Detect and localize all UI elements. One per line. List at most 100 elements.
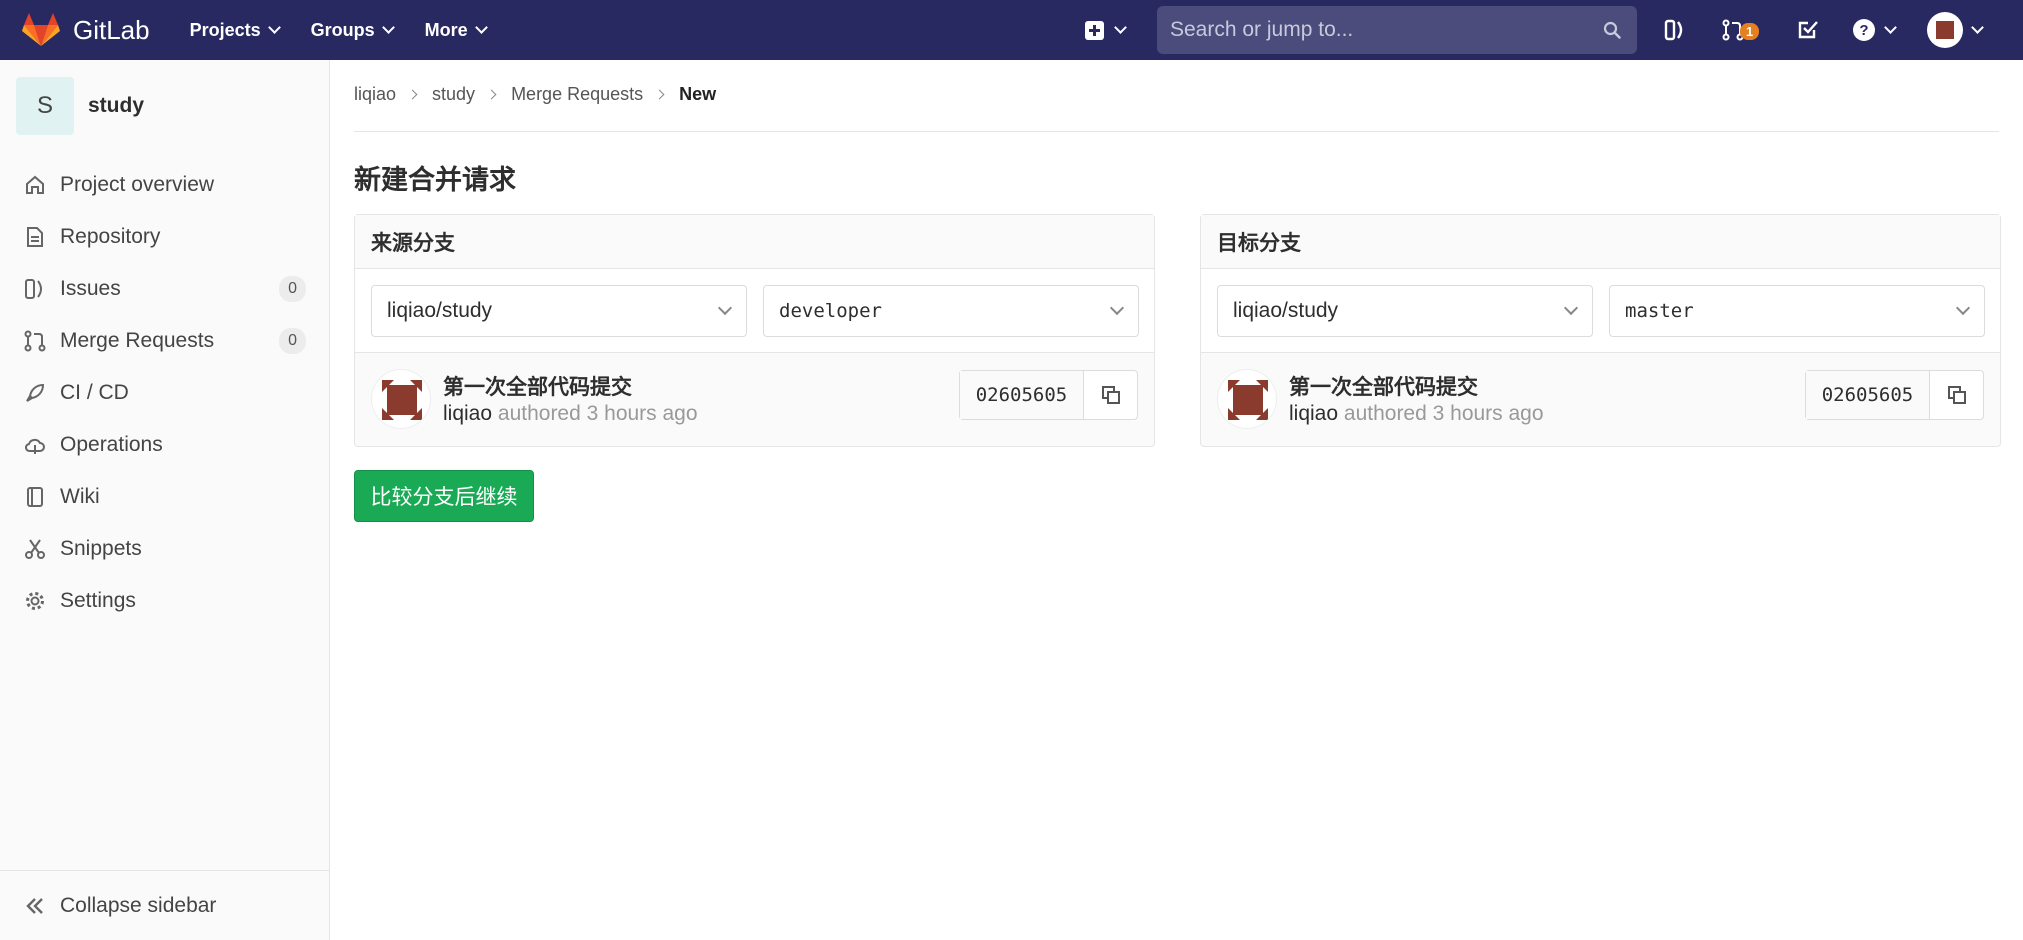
target-branch-dropdown[interactable]: master [1609, 285, 1985, 337]
target-branch-heading: 目标分支 [1201, 215, 2000, 269]
collapse-sidebar-label: Collapse sidebar [60, 893, 217, 917]
merge-requests-nav-button[interactable]: 1 [1722, 18, 1760, 42]
sidebar-item-merge-requests[interactable]: Merge Requests 0 [0, 316, 330, 366]
chevron-down-icon [1114, 21, 1127, 34]
chevron-down-icon [267, 21, 281, 34]
top-navbar: GitLab Projects Groups More Search or ju… [0, 0, 2023, 60]
sidebar-item-label: CI / CD [60, 381, 129, 404]
commit-time: authored 3 hours ago [497, 402, 698, 425]
breadcrumb-current[interactable]: New [679, 84, 716, 105]
source-branch-value: developer [779, 300, 882, 322]
search-box [1157, 6, 1637, 54]
new-item-dropdown[interactable] [1085, 18, 1127, 42]
source-branch-dropdown[interactable]: developer [763, 285, 1139, 337]
rocket-icon [24, 382, 46, 404]
issues-icon [1664, 19, 1683, 41]
search-input[interactable] [1170, 18, 1590, 42]
app-name: GitLab [73, 14, 150, 45]
collapse-sidebar-button[interactable]: Collapse sidebar [0, 870, 329, 940]
sidebar-item-issues[interactable]: Issues 0 [0, 264, 330, 314]
commit-meta: liqiao authored 3 hours ago [443, 402, 698, 426]
divider [354, 131, 1999, 132]
target-branch-value: master [1625, 300, 1694, 322]
author-avatar[interactable] [371, 369, 431, 429]
target-branch-panel: 目标分支 liqiao/study master 第一次全部代码提交 liqia… [1200, 214, 2001, 447]
commit-title[interactable]: 第一次全部代码提交 [443, 371, 632, 401]
sidebar-item-settings[interactable]: Settings [0, 576, 330, 626]
sidebar-item-label: Operations [60, 433, 163, 456]
project-header[interactable]: S study [0, 60, 329, 152]
chevron-down-icon [1563, 300, 1579, 316]
merge-request-badge: 1 [1740, 22, 1760, 40]
copy-icon [1101, 386, 1120, 404]
source-commit: 第一次全部代码提交 liqiao authored 3 hours ago 02… [355, 353, 1154, 446]
chevron-down-icon [381, 21, 395, 34]
commit-sha[interactable]: 02605605 [960, 371, 1084, 419]
source-branch-selectors: liqiao/study developer [355, 269, 1154, 353]
search-icon[interactable] [1603, 21, 1621, 39]
plus-square-icon [1085, 20, 1104, 40]
gitlab-fox-icon [22, 13, 60, 46]
sidebar-item-operations[interactable]: Operations [0, 420, 330, 470]
issues-icon [24, 278, 46, 300]
double-chevron-left-icon [24, 895, 46, 917]
svg-text:?: ? [1859, 22, 1868, 39]
commit-time: authored 3 hours ago [1343, 402, 1544, 425]
projects-menu[interactable]: Projects [189, 19, 281, 41]
book-icon [24, 486, 46, 508]
gear-icon [24, 590, 46, 612]
commit-meta: liqiao authored 3 hours ago [1289, 402, 1544, 426]
sidebar-item-label: Settings [60, 589, 136, 612]
project-name: study [88, 94, 145, 117]
cloud-icon [24, 434, 46, 456]
compare-branches-button[interactable]: 比较分支后继续 [354, 470, 534, 522]
target-project-value: liqiao/study [1233, 299, 1339, 322]
commit-author[interactable]: liqiao [1289, 402, 1338, 425]
source-project-dropdown[interactable]: liqiao/study [371, 285, 747, 337]
sidebar-item-label: Wiki [60, 485, 100, 508]
scissors-icon [24, 538, 46, 560]
issues-count-badge: 0 [279, 276, 306, 302]
groups-menu-label: Groups [310, 19, 375, 40]
target-branch-selectors: liqiao/study master [1201, 269, 2000, 353]
nav-menu: Projects Groups More [190, 20, 518, 41]
sidebar-item-project-overview[interactable]: Project overview [0, 160, 330, 210]
chevron-right-icon [407, 89, 418, 100]
chevron-down-icon [474, 21, 488, 34]
home-icon [24, 174, 46, 196]
breadcrumb-link[interactable]: Merge Requests [511, 84, 643, 105]
author-avatar[interactable] [1217, 369, 1277, 429]
sidebar-item-repository[interactable]: Repository [0, 212, 330, 262]
commit-sha-group: 02605605 [1805, 370, 1984, 420]
help-icon: ? [1853, 19, 1875, 41]
chevron-down-icon [1884, 21, 1897, 34]
project-avatar: S [16, 77, 74, 135]
projects-menu-label: Projects [189, 19, 261, 40]
sidebar-item-label: Issues [60, 277, 121, 300]
todos-nav-button[interactable] [1797, 18, 1819, 42]
help-dropdown[interactable]: ? [1852, 18, 1897, 42]
groups-menu[interactable]: Groups [310, 19, 395, 41]
more-menu[interactable]: More [425, 20, 488, 41]
commit-author[interactable]: liqiao [443, 402, 492, 425]
sidebar-item-snippets[interactable]: Snippets [0, 524, 330, 574]
sidebar-item-ci-cd[interactable]: CI / CD [0, 368, 330, 418]
copy-sha-button[interactable] [1930, 371, 1983, 419]
target-project-dropdown[interactable]: liqiao/study [1217, 285, 1593, 337]
target-commit: 第一次全部代码提交 liqiao authored 3 hours ago 02… [1201, 353, 2000, 446]
document-icon [24, 226, 46, 248]
breadcrumb-link[interactable]: study [432, 84, 475, 105]
commit-sha[interactable]: 02605605 [1806, 371, 1930, 419]
sidebar-item-wiki[interactable]: Wiki [0, 472, 330, 522]
chevron-right-icon [654, 89, 665, 100]
commit-sha-group: 02605605 [959, 370, 1138, 420]
copy-icon [1947, 386, 1966, 404]
user-menu[interactable] [1927, 12, 1984, 48]
commit-title[interactable]: 第一次全部代码提交 [1289, 371, 1478, 401]
breadcrumb: liqiao study Merge Requests New [354, 84, 716, 105]
issues-nav-button[interactable] [1664, 18, 1686, 42]
breadcrumb-link[interactable]: liqiao [354, 84, 396, 105]
copy-sha-button[interactable] [1084, 371, 1137, 419]
source-branch-panel: 来源分支 liqiao/study developer 第一次全部代码提交 li… [354, 214, 1155, 447]
gitlab-logo[interactable]: GitLab [22, 13, 150, 47]
